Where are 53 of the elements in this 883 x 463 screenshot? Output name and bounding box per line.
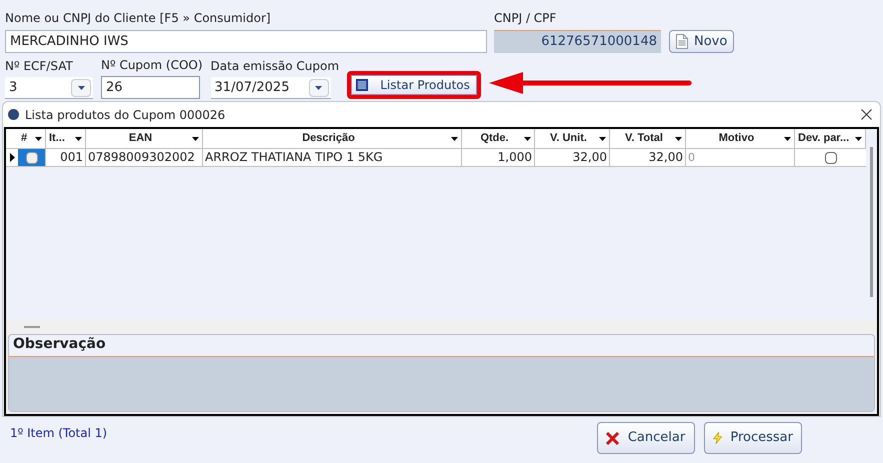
close-icon[interactable] [861,109,872,120]
table-cell: 0 [686,149,795,166]
coupon-field[interactable]: 26 [101,76,200,99]
column-header[interactable]: Qtde. [462,129,535,148]
close-icon [606,432,619,444]
row-checkbox[interactable] [26,152,38,164]
dropdown-caret-icon [675,136,682,140]
dropdown-caret-icon [75,136,82,140]
dropdown-caret-icon [35,136,42,140]
dropdown-caret-icon [451,136,458,140]
column-header[interactable]: EAN [86,129,203,148]
table-cell: 07898009302002 [86,149,203,166]
column-header[interactable]: V. Total [610,129,686,148]
column-header[interactable]: Motivo [686,129,795,148]
field-label: Nº ECF/SAT [5,58,74,74]
column-header[interactable]: Descrição [203,129,462,148]
table-cell: 001 [46,149,86,166]
table-cell: ARROZ THATIANA TIPO 1 5KG [203,149,462,166]
field-label: Data emissão Cupom [210,58,340,74]
column-header[interactable]: Dev. par... [795,129,866,148]
list-products-button[interactable]: Listar Produtos [351,75,478,95]
cancel-button[interactable]: Cancelar [597,422,695,454]
table-cell: 1,000 [462,149,535,166]
partial-checkbox[interactable] [824,152,836,164]
dropdown-caret-icon [78,86,84,90]
field-label: CNPJ / CPF [494,10,558,26]
date-dropdown[interactable]: 31/07/2025 [210,77,331,99]
dropdown-caret-icon [192,136,199,140]
list-icon [356,79,368,91]
status-text: 1º Item (Total 1) [10,425,108,442]
process-button[interactable]: Processar [704,422,802,454]
column-header[interactable]: It... [46,129,86,148]
observation-field[interactable] [9,357,874,411]
lightning-icon [713,430,722,446]
field-label: Nº Cupom (COO) [101,57,203,73]
client-field[interactable]: MERCADINHO IWS [5,30,487,53]
dropdown-caret-icon [315,86,322,90]
dropdown-caret-icon [599,136,606,140]
scrollbar-thumb[interactable] [870,147,873,297]
table-cell: 32,00 [610,149,686,166]
dropdown-caret-icon [524,136,531,140]
new-button[interactable]: Novo [669,30,734,53]
column-header[interactable]: V. Unit. [535,129,610,148]
dropdown-caret-icon [855,136,862,140]
cnpj-field: 61276571000148 [494,30,661,53]
app-icon [8,109,19,120]
column-header[interactable]: # [18,129,46,148]
document-icon [676,34,688,49]
field-label: Nome ou CNPJ do Cliente [F5 » Consumidor] [5,10,272,26]
dialog-title: Lista produtos do Cupom 000026 [25,106,226,124]
dropdown-caret-icon [784,136,791,140]
ecf-dropdown[interactable]: 3 [5,77,93,99]
table-cell: 32,00 [535,149,610,166]
